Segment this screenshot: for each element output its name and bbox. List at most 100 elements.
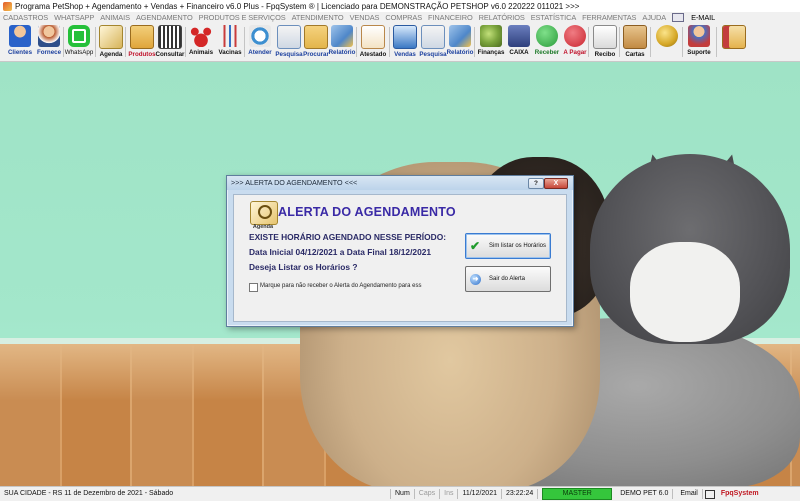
status-date: 11/12/2021 xyxy=(458,489,502,499)
agenda-icon-label: Agenda xyxy=(252,224,274,230)
status-bar: SUA CIDADE - RS 11 de Dezembro de 2021 -… xyxy=(0,486,800,501)
toolbar-label: Consultar xyxy=(155,51,185,58)
exit-icon xyxy=(722,25,746,49)
menu-relatorios[interactable]: RELATÓRIOS xyxy=(476,13,528,22)
menu-estatistica[interactable]: ESTATÍSTICA xyxy=(528,13,579,22)
status-user-badge: MASTER xyxy=(542,488,613,500)
toolbar-button-whatsapp[interactable]: WhatsApp xyxy=(63,25,95,59)
toolbar-button-consultar[interactable]: Consultar xyxy=(154,25,186,59)
toolbar-label: Cartas xyxy=(625,51,645,58)
alert-message-line-1: EXISTE HORÁRIO AGENDADO NESSE PERÍODO: xyxy=(249,232,446,242)
receipt-icon xyxy=(593,25,617,49)
toolbar-button-vacinas[interactable]: Vacinas xyxy=(214,25,246,59)
finance-icon xyxy=(480,25,502,47)
toolbar-label: Vacinas xyxy=(218,49,242,56)
toolbar-button-suporte[interactable]: Suporte xyxy=(683,25,715,59)
receive-icon xyxy=(536,25,558,47)
folder-search-icon xyxy=(304,25,328,49)
dont-alert-checkbox[interactable] xyxy=(249,283,258,292)
certificate-icon xyxy=(361,25,385,49)
menu-cadastros[interactable]: CADASTROS xyxy=(0,13,51,22)
status-email[interactable]: Email xyxy=(673,489,703,499)
toolbar-button-animais[interactable]: Animais xyxy=(185,25,217,59)
arrow-right-icon: ➜ xyxy=(470,273,481,285)
status-brand: FpqSystem xyxy=(720,490,759,497)
menu-agendamento[interactable]: AGENDAMENTO xyxy=(133,13,196,22)
menu-ajuda[interactable]: AJUDA xyxy=(639,13,669,22)
dialog-heading: ALERTA DO AGENDAMENTO xyxy=(278,205,456,219)
menu-animais[interactable]: ANIMAIS xyxy=(97,13,133,22)
menu-financeiro[interactable]: FINANCEIRO xyxy=(425,13,476,22)
cashier-icon xyxy=(508,25,530,47)
toolbar-button-relatorio-1[interactable]: Relatório xyxy=(326,25,358,59)
dialog-titlebar: >>> ALERTA DO AGENDAMENTO <<< ? X xyxy=(227,176,573,190)
toolbar-button-relatorio-2[interactable]: Relatório xyxy=(444,25,476,59)
vaccine-icon xyxy=(219,25,241,47)
support-icon xyxy=(688,25,710,47)
status-version: DEMO PET 6.0 xyxy=(616,489,674,499)
agenda-icon xyxy=(250,201,278,225)
agenda-icon xyxy=(99,25,123,49)
toolbar-button-cartas[interactable]: Cartas xyxy=(619,25,651,59)
pay-icon xyxy=(564,25,586,47)
window-title: Programa PetShop + Agendamento + Vendas … xyxy=(15,1,580,11)
alert-message-line-3: Deseja Listar os Horários ? xyxy=(249,262,358,272)
list-schedules-button[interactable]: ✔ Sim listar os Horários xyxy=(465,233,551,259)
exit-alert-button-label: Sair do Alerta xyxy=(489,276,526,282)
supplier-icon xyxy=(38,25,60,47)
toolbar-button-atender[interactable]: Atender xyxy=(244,25,276,59)
toolbar-button-recibo[interactable]: Recibo xyxy=(589,25,621,59)
status-email-label: Email xyxy=(680,490,698,497)
exit-alert-button[interactable]: ➜ Sair do Alerta xyxy=(465,266,551,292)
status-lock-icon xyxy=(704,489,715,499)
dont-alert-checkbox-label[interactable]: Marque para não receber o Alerta do Agen… xyxy=(260,283,421,289)
dialog-close-button[interactable]: X xyxy=(544,178,568,189)
status-time: 23:22:24 xyxy=(502,489,539,499)
toolbar-button-fornece[interactable]: Fornece xyxy=(33,25,65,59)
toolbar-label: Suporte xyxy=(687,49,711,56)
toolbar-button-sair[interactable] xyxy=(718,25,750,59)
toolbar-label: Clientes xyxy=(7,49,33,56)
menu-whatsapp[interactable]: WHATSAPP xyxy=(51,13,97,22)
toolbar: Clientes Fornece WhatsApp Agenda Produto… xyxy=(0,23,800,62)
cat-chest xyxy=(630,242,740,342)
toolbar-label: Fornece xyxy=(36,49,62,56)
alert-message-line-2: Data Inicial 04/12/2021 a Data Final 18/… xyxy=(249,247,432,257)
toolbar-button-a-pagar[interactable]: A Pagar xyxy=(559,25,591,59)
checkmark-icon: ✔ xyxy=(470,238,481,253)
products-icon xyxy=(130,25,154,49)
menu-email[interactable]: E-MAIL xyxy=(688,13,718,22)
menu-ferramentas[interactable]: FERRAMENTAS xyxy=(579,13,639,22)
status-caps-lock: Caps xyxy=(415,489,441,499)
attend-icon xyxy=(249,25,271,47)
toolbar-button-atestado[interactable]: Atestado xyxy=(357,25,389,59)
toolbar-button-agenda[interactable]: Agenda xyxy=(95,25,127,59)
dialog-body: Agenda ALERTA DO AGENDAMENTO EXISTE HORÁ… xyxy=(233,194,567,322)
search-icon xyxy=(277,25,301,49)
toolbar-label: Atestado xyxy=(359,51,387,58)
clients-icon xyxy=(9,25,31,47)
toolbar-label: Atender xyxy=(248,49,272,56)
dialog-title: >>> ALERTA DO AGENDAMENTO <<< xyxy=(231,178,358,187)
report-icon xyxy=(331,25,353,47)
sales-icon xyxy=(393,25,417,49)
email-icon[interactable] xyxy=(672,13,685,22)
toolbar-button-clientes[interactable]: Clientes xyxy=(4,25,36,59)
list-schedules-button-label: Sim listar os Horários xyxy=(489,243,547,249)
menu-atendimento[interactable]: ATENDIMENTO xyxy=(289,13,347,22)
toolbar-label: Relatório xyxy=(446,49,474,56)
menu-produtos-servicos[interactable]: PRODUTOS E SERVIÇOS xyxy=(196,13,289,22)
menu-vendas[interactable]: VENDAS xyxy=(347,13,383,22)
status-insert: Ins xyxy=(440,489,459,499)
paw-icon xyxy=(190,25,212,47)
letters-icon xyxy=(623,25,647,49)
toolbar-button-coins[interactable] xyxy=(651,25,683,59)
toolbar-label: A Pagar xyxy=(563,49,587,56)
alert-dialog: >>> ALERTA DO AGENDAMENTO <<< ? X Agenda… xyxy=(226,175,574,327)
whatsapp-icon xyxy=(68,25,90,47)
toolbar-label: Agenda xyxy=(99,51,123,58)
dialog-help-button[interactable]: ? xyxy=(528,178,544,189)
toolbar-label: Animais xyxy=(188,49,214,56)
search-icon xyxy=(421,25,445,49)
menu-compras[interactable]: COMPRAS xyxy=(382,13,425,22)
